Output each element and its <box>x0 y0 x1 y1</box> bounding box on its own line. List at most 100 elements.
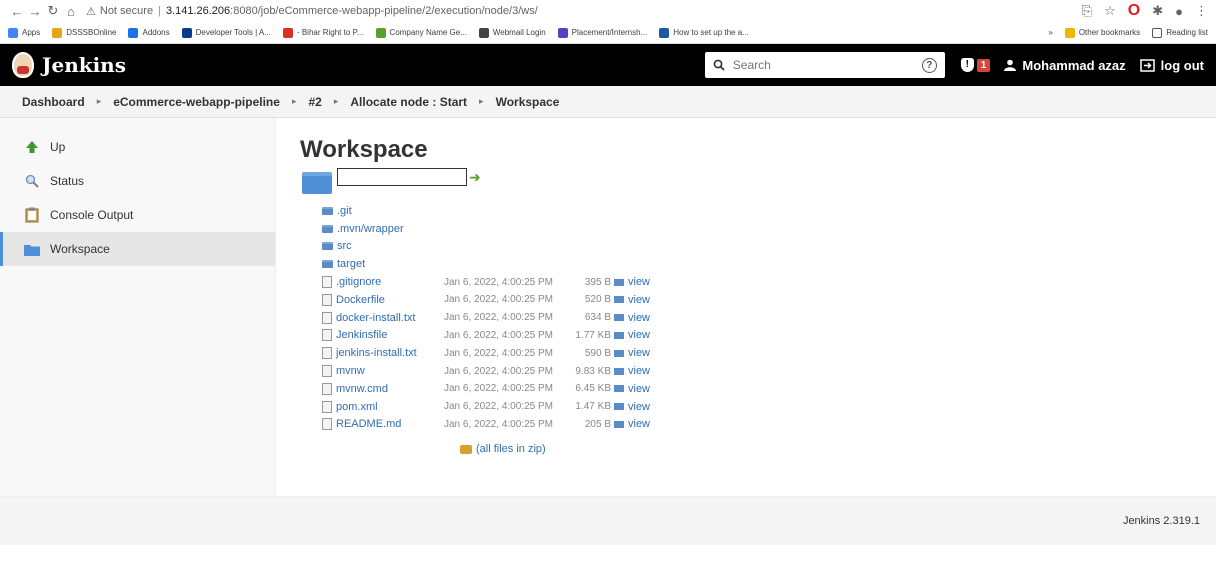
file-list: .git .mvn/wrapper src target .gitignore Jan 6… <box>322 202 1192 433</box>
view-link[interactable]: view <box>628 418 650 430</box>
file-name-link[interactable]: jenkins-install.txt <box>322 347 444 360</box>
fingerprint-icon[interactable] <box>614 278 624 286</box>
share-icon[interactable]: ⎘ <box>1082 3 1092 19</box>
sidebar-item-status[interactable]: Status <box>0 164 275 198</box>
security-alerts[interactable]: ! 1 <box>960 58 991 72</box>
fingerprint-icon[interactable] <box>614 331 624 339</box>
bookmark-item[interactable]: Webmail Login <box>478 27 546 38</box>
user-link[interactable]: Mohammad azaz <box>1004 57 1126 73</box>
extensions-icon[interactable]: ✱ <box>1152 3 1163 19</box>
breadcrumb-item[interactable]: Allocate node : Start <box>350 95 467 109</box>
file-name-link[interactable]: pom.xml <box>322 400 444 413</box>
file-name-link[interactable]: mvnw <box>322 365 444 378</box>
bookmark-item[interactable]: Developer Tools | A... <box>181 27 271 38</box>
fingerprint-icon[interactable] <box>614 385 624 393</box>
file-date: Jan 6, 2022, 4:00:25 PM <box>444 365 553 377</box>
file-name-link[interactable]: docker-install.txt <box>322 311 444 324</box>
sidebar-item-label: Up <box>50 140 66 154</box>
view-link[interactable]: view <box>628 294 650 306</box>
breadcrumb-item[interactable]: eCommerce-webapp-pipeline <box>113 95 280 109</box>
home-icon[interactable]: ⌂ <box>62 4 80 19</box>
file-size-value: 9.83 KB <box>575 365 611 377</box>
download-zip-link[interactable]: (all files in zip) <box>460 443 1192 455</box>
bookmark-item[interactable]: Apps <box>8 27 40 38</box>
jenkins-logo[interactable]: Jenkins <box>12 52 126 78</box>
shield-icon: ! <box>960 58 974 72</box>
bookmark-item[interactable]: Addons <box>128 27 170 38</box>
view-link[interactable]: view <box>628 365 650 377</box>
sidebar-item-up[interactable]: Up <box>0 130 275 164</box>
bookmark-label: Placement/Internsh... <box>571 28 648 37</box>
help-icon[interactable]: ? <box>921 57 937 73</box>
fingerprint-icon[interactable] <box>614 420 624 428</box>
forward-icon[interactable]: → <box>26 4 44 19</box>
file-name-link[interactable]: target <box>322 258 444 270</box>
bookmark-folder-icon <box>1064 27 1075 38</box>
bookmarks-bar: Apps DSSSBOnline Addons Developer Tools | A… <box>0 22 1216 44</box>
bookmark-item[interactable]: Placement/Internsh... <box>557 27 648 38</box>
bookmark-favicon-icon <box>52 27 63 38</box>
fingerprint-icon[interactable] <box>614 296 624 304</box>
sidebar-item-workspace[interactable]: Workspace <box>0 232 275 266</box>
breadcrumb-item[interactable]: #2 <box>308 95 321 109</box>
file-name-link[interactable]: .mvn/wrapper <box>322 223 444 235</box>
file-size-value: 590 B <box>584 347 611 359</box>
profile-icon[interactable]: ● <box>1175 4 1183 19</box>
address-bar[interactable]: ⚠ Not secure | 3.141.26.206:8080/job/eCo… <box>86 5 1082 18</box>
bookmark-label: Developer Tools | A... <box>195 28 271 37</box>
logout-link[interactable]: log out <box>1139 58 1204 73</box>
view-link[interactable]: view <box>628 347 650 359</box>
file-name-link[interactable]: .git <box>322 205 444 217</box>
search-input[interactable] <box>732 58 922 72</box>
jenkins-version[interactable]: Jenkins 2.319.1 <box>1123 515 1200 527</box>
file-size-value: 1.77 KB <box>575 329 611 341</box>
file-name-link[interactable]: mvnw.cmd <box>322 382 444 395</box>
file-size: 520 B <box>562 294 624 305</box>
main-panel: Workspace ➜ .git .mvn/wrapper src target .gi… <box>276 118 1216 496</box>
folder-icon <box>322 206 333 215</box>
view-link[interactable]: view <box>628 329 650 341</box>
reading-list[interactable]: Reading list <box>1152 27 1208 38</box>
file-name-link[interactable]: src <box>322 240 444 252</box>
file-name-link[interactable]: Jenkinsfile <box>322 329 444 342</box>
bookmark-item[interactable]: DSSSBOnline <box>52 27 116 38</box>
breadcrumb-item[interactable]: Workspace <box>496 95 560 109</box>
file-name-link[interactable]: .gitignore <box>322 276 444 289</box>
url-divider: | <box>158 5 161 17</box>
file-row: Dockerfile Jan 6, 2022, 4:00:25 PM 520 B vi… <box>322 291 1192 309</box>
file-date: Jan 6, 2022, 4:00:25 PM <box>444 312 553 324</box>
path-input[interactable] <box>337 168 467 186</box>
menu-icon[interactable]: ⋮ <box>1195 3 1208 19</box>
bookmark-favicon-icon <box>8 27 18 38</box>
fingerprint-icon[interactable] <box>614 349 624 357</box>
bookmark-item[interactable]: How to set up the a... <box>659 27 749 38</box>
view-link[interactable]: view <box>628 383 650 395</box>
file-date: Jan 6, 2022, 4:00:25 PM <box>444 329 553 341</box>
bookmark-favicon-icon <box>557 27 568 38</box>
fingerprint-icon[interactable] <box>614 314 624 322</box>
file-name-link[interactable]: Dockerfile <box>322 293 444 306</box>
sidebar-item-label: Console Output <box>50 208 134 222</box>
view-link[interactable]: view <box>628 312 650 324</box>
bookmark-item[interactable]: - Bihar Right to P... <box>282 27 364 38</box>
jenkins-header: Jenkins ? ! 1 Mohammad azaz log out <box>0 44 1216 86</box>
sidebar-item-console-output[interactable]: Console Output <box>0 198 275 232</box>
file-name: jenkins-install.txt <box>336 347 417 360</box>
fingerprint-icon[interactable] <box>614 403 624 411</box>
fingerprint-icon[interactable] <box>614 367 624 375</box>
star-icon[interactable]: ☆ <box>1104 3 1116 19</box>
other-bookmarks[interactable]: Other bookmarks <box>1064 27 1140 38</box>
view-link[interactable]: view <box>628 276 650 288</box>
user-name: Mohammad azaz <box>1022 57 1126 73</box>
view-link[interactable]: view <box>628 401 650 413</box>
go-arrow-icon[interactable]: ➜ <box>469 169 481 186</box>
bookmark-item[interactable]: Company Name Ge... <box>375 27 467 38</box>
breadcrumb-item[interactable]: Dashboard <box>22 95 85 109</box>
url-host: 3.141.26.206 <box>165 5 231 17</box>
bookmarks-overflow-icon[interactable]: » <box>1048 28 1052 37</box>
file-icon <box>322 400 332 413</box>
reload-icon[interactable]: ↻ <box>44 3 62 19</box>
file-name-link[interactable]: README.md <box>322 418 444 431</box>
back-icon[interactable]: ← <box>8 4 26 19</box>
opera-icon[interactable]: O <box>1128 2 1140 20</box>
